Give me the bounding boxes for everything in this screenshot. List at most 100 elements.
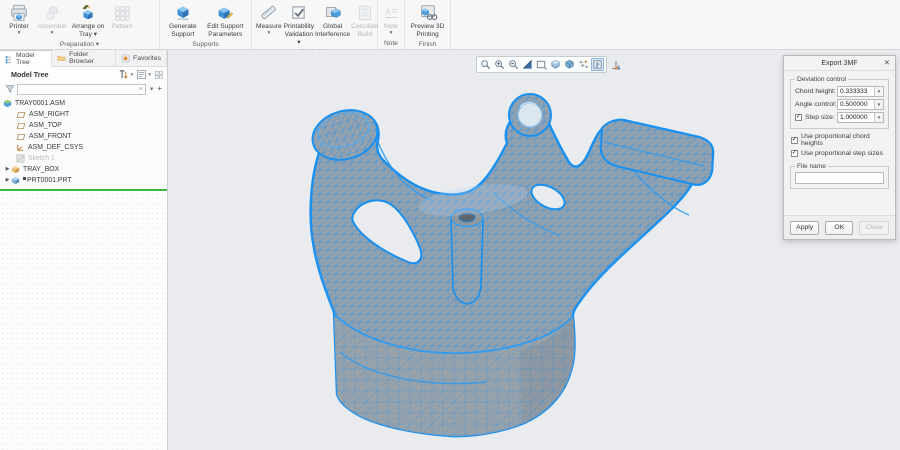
repaint-icon[interactable] (521, 58, 534, 71)
zoom-out-icon[interactable] (507, 58, 520, 71)
tree-filters-caret[interactable]: ▾ (130, 72, 133, 78)
sketch-icon (16, 154, 25, 163)
tree-settings-button[interactable] (154, 70, 164, 80)
arrange-on-tray-icon (78, 2, 98, 23)
chord-height-row: Chord height: 0.333333 ▾ (795, 85, 884, 98)
model-center-boss[interactable] (451, 209, 483, 304)
datum-display-filter-icon[interactable] (577, 58, 590, 71)
calculate-build-button: Calculate Build (351, 2, 379, 39)
arrange-on-tray-button[interactable]: Arrange on Tray ▾ (70, 2, 106, 39)
proportional-step-sizes-checkbox[interactable]: ✓ (791, 150, 798, 157)
tree-filters-button[interactable] (118, 69, 129, 80)
group-label-supports: Supports (160, 39, 251, 50)
tree-search-row: × ▾ + (0, 82, 167, 96)
dialog-titlebar[interactable]: Export 3MF ✕ (784, 56, 895, 71)
generate-support-icon (173, 2, 193, 23)
close-button: Close (859, 221, 889, 235)
expand-arrow-icon[interactable]: ▶ (4, 178, 11, 183)
printability-validation-button[interactable]: Printability Validation ▾ (284, 2, 314, 47)
tree-row-sketch[interactable]: Sketch 1 (0, 153, 167, 164)
tree-row-part[interactable]: ▶ PRT0001.PRT (0, 175, 167, 186)
viewport-toolbar (476, 56, 622, 73)
export-3mf-dialog: Export 3MF ✕ Deviation control Chord hei… (783, 55, 896, 240)
edit-support-parameters-button[interactable]: Edit Support Parameters (204, 2, 247, 39)
measure-icon (259, 2, 278, 23)
search-clear-icon[interactable]: × (137, 86, 145, 93)
measure-button[interactable]: Measure ▾ (256, 2, 282, 36)
tree-search-box: × (17, 84, 146, 95)
printer-button[interactable]: Printer ▾ (4, 2, 34, 36)
tree-row-datum-plane[interactable]: ASM_RIGHT (0, 109, 167, 120)
ok-button[interactable]: OK (825, 221, 853, 235)
tab-favorites[interactable]: Favorites (116, 50, 167, 66)
dropdown-caret: ▾ (51, 31, 54, 37)
tree-row-tray-box[interactable]: ▶ TRAY_BOX (0, 164, 167, 175)
tree-columns-caret[interactable]: ▾ (148, 72, 151, 78)
preview-3d-printing-button[interactable]: Preview 3D Printing (409, 2, 446, 39)
file-name-group: File name (790, 163, 889, 189)
proportional-chord-heights-label: Use proportional chord heights (801, 133, 889, 147)
navigator-tabs: Model Tree Folder Browser Favorites (0, 50, 167, 67)
chevron-down-icon[interactable]: ▾ (874, 100, 883, 109)
ribbon-group-supports: Generate Support Edit Support Parameters… (160, 0, 252, 49)
file-name-input[interactable] (795, 172, 884, 184)
tree-search-input[interactable] (18, 85, 137, 94)
tree-row-assembly[interactable]: TRAY0001.ASM (0, 98, 167, 109)
csys-icon (16, 143, 25, 152)
search-options-caret[interactable]: ▾ (148, 86, 156, 93)
pattern-icon (113, 2, 131, 23)
favorites-icon (121, 54, 130, 63)
refit-icon[interactable] (479, 58, 492, 71)
group-label-preparation[interactable]: Preparation ▾ (0, 39, 159, 50)
chevron-down-icon[interactable]: ▾ (874, 113, 883, 122)
apply-button[interactable]: Apply (790, 221, 819, 235)
ribbon: Printer ▾ Assemble ▾ Arrange on Tray ▾ (0, 0, 900, 50)
chord-height-combo[interactable]: 0.333333 ▾ (837, 86, 884, 97)
dialog-buttons: Apply OK Close (784, 215, 895, 239)
model-tube-ring[interactable] (509, 94, 551, 136)
search-add-button[interactable]: + (155, 85, 164, 93)
proportional-step-sizes-row: ✓ Use proportional step sizes (791, 147, 889, 159)
edit-support-parameters-icon (215, 2, 235, 23)
step-size-row: ✓ Step size: 1.000000 ▾ (795, 111, 884, 124)
saved-views-icon[interactable] (549, 58, 562, 71)
tree-row-datum-plane[interactable]: ASM_FRONT (0, 131, 167, 142)
svg-text:A: A (385, 6, 392, 16)
ribbon-group-analysis: Measure ▾ Printability Validation ▾ Glob… (252, 0, 378, 49)
window-zoom-icon[interactable] (535, 58, 548, 71)
assembly-icon (3, 99, 12, 108)
global-interference-button[interactable]: Global Interference (316, 2, 349, 39)
tree-row-datum-plane[interactable]: ASM_TOP (0, 120, 167, 131)
tree-columns-button[interactable] (136, 69, 147, 80)
display-style-icon[interactable] (563, 58, 576, 71)
model-tree-title: Model Tree (11, 70, 49, 79)
printer-icon (9, 2, 29, 23)
datum-plane-icon (16, 133, 26, 141)
dropdown-caret: ▾ (390, 31, 393, 37)
calculate-build-icon (356, 2, 374, 23)
dialog-close-icon[interactable]: ✕ (884, 58, 890, 67)
dropdown-caret: ▾ (267, 31, 270, 37)
model-tree-list: TRAY0001.ASM ASM_RIGHT ASM_TOP ASM_FRONT… (0, 96, 167, 191)
dialog-title: Export 3MF (821, 60, 857, 67)
global-interference-icon (323, 2, 343, 23)
spin-center-icon[interactable] (610, 59, 622, 71)
annotations-toggle-icon[interactable] (591, 58, 604, 71)
proportional-chord-heights-checkbox[interactable]: ✓ (791, 137, 798, 144)
step-size-checkbox[interactable]: ✓ (795, 114, 802, 121)
deviation-control-legend: Deviation control (795, 76, 848, 83)
step-size-combo[interactable]: 1.000000 ▾ (837, 112, 884, 123)
chevron-down-icon[interactable]: ▾ (874, 87, 883, 96)
angle-control-combo[interactable]: 0.500000 ▾ (837, 99, 884, 110)
expand-arrow-icon[interactable]: ▶ (4, 167, 11, 172)
generate-support-button[interactable]: Generate Support (164, 2, 202, 39)
filter-funnel-icon[interactable] (5, 84, 15, 94)
proportional-chord-heights-row: ✓ Use proportional chord heights (791, 134, 889, 146)
ribbon-group-preparation: Printer ▾ Assemble ▾ Arrange on Tray ▾ (0, 0, 160, 49)
tab-model-tree[interactable]: Model Tree (0, 50, 52, 67)
tab-folder-browser[interactable]: Folder Browser (52, 50, 116, 66)
tree-empty-area (0, 191, 167, 450)
tree-row-csys[interactable]: ASM_DEF_CSYS (0, 142, 167, 153)
zoom-in-icon[interactable] (493, 58, 506, 71)
note-button: A Note ▾ (382, 2, 400, 36)
